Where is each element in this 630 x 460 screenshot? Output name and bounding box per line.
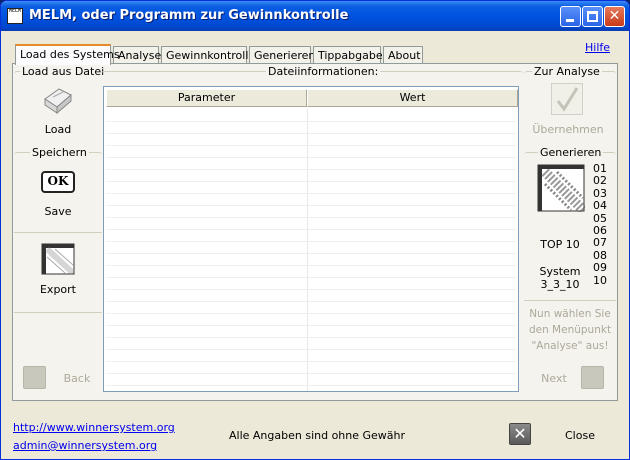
file-info-table[interactable]: Parameter Wert <box>103 86 519 392</box>
help-link[interactable]: Hilfe <box>585 41 610 54</box>
tab-generieren[interactable]: Generieren <box>249 46 315 64</box>
table-row-line <box>106 253 516 254</box>
email-link[interactable]: admin@winnersystem.org <box>13 439 157 452</box>
table-row-line <box>106 301 516 302</box>
back-label: Back <box>63 372 91 385</box>
export-grid-icon <box>41 243 76 276</box>
number-item: 07 <box>593 236 607 250</box>
tab-gewinnkontrolle[interactable]: Gewinnkontrolle <box>161 46 255 64</box>
table-row-line <box>106 265 516 266</box>
close-window-button[interactable]: ✕ <box>604 6 625 27</box>
table-row-line <box>106 145 516 146</box>
apply-label: Übernehmen <box>532 123 604 136</box>
analyse-group-label: Zur Analyse <box>532 65 602 78</box>
system-label-line2: 3_3_10 <box>540 278 580 291</box>
number-item: 04 <box>593 199 607 213</box>
right-divider <box>524 300 616 301</box>
export-label: Export <box>39 283 76 296</box>
close-x-icon: ✕ <box>513 424 527 443</box>
number-item: 10 <box>593 273 607 287</box>
table-row-line <box>106 121 516 122</box>
title-bar[interactable]: MELM MELM, oder Programm zur Gewinnkontr… <box>1 1 629 31</box>
number-item: 09 <box>593 261 607 275</box>
tab-load-system[interactable]: Load des Systems <box>15 44 120 65</box>
table-row-line <box>106 169 516 170</box>
save-label: Save <box>44 205 72 218</box>
app-icon: MELM <box>7 8 23 24</box>
table-row-line <box>106 349 516 350</box>
hint-text: Nun wählen Sie den Menüpunkt "Analyse" a… <box>525 306 615 354</box>
checkmark-icon <box>556 87 579 112</box>
number-list: 01 02 03 04 05 06 07 08 09 10 <box>593 162 613 287</box>
table-row-line <box>106 325 516 326</box>
app-icon-text: MELM <box>8 8 22 14</box>
table-row-line <box>106 157 516 158</box>
maximize-button[interactable] <box>582 6 603 27</box>
top10-label[interactable]: TOP 10 <box>537 238 583 251</box>
table-row-line <box>106 361 516 362</box>
table-row-line <box>106 289 516 290</box>
hint-line: den Menüpunkt <box>528 324 612 336</box>
table-header: Parameter Wert <box>106 89 518 107</box>
hint-line: Nun wählen Sie <box>529 308 611 320</box>
table-row-line <box>106 133 516 134</box>
table-row-line <box>106 337 516 338</box>
load-button[interactable] <box>41 83 75 117</box>
close-icon: ✕ <box>608 8 621 24</box>
apply-button[interactable] <box>551 83 583 115</box>
load-label: Load <box>44 123 72 136</box>
ok-icon: OK <box>47 174 69 188</box>
export-button[interactable] <box>41 243 76 276</box>
back-button[interactable] <box>23 366 46 389</box>
file-info-label: Dateiinformationen: <box>266 65 381 78</box>
close-label[interactable]: Close <box>565 429 595 442</box>
main-window: MELM MELM, oder Programm zur Gewinnkontr… <box>0 0 630 460</box>
left-divider <box>14 232 102 233</box>
generate-grid-icon <box>537 164 587 214</box>
save-group-label: Speichern <box>30 146 89 159</box>
table-row-line <box>106 385 516 386</box>
system-label-line1: System <box>539 265 581 278</box>
generate-group-label: Generieren <box>538 146 604 159</box>
close-button[interactable]: ✕ <box>509 423 531 445</box>
website-link[interactable]: http://www.winnersystem.org <box>13 421 175 434</box>
maximize-icon <box>587 11 598 22</box>
table-row-line <box>106 277 516 278</box>
save-button[interactable]: OK <box>41 171 75 193</box>
left-divider-2 <box>14 312 102 313</box>
window-title: MELM, oder Programm zur Gewinnkontrolle <box>29 8 349 23</box>
table-row-line <box>106 205 516 206</box>
table-row-line <box>106 313 516 314</box>
table-row-line <box>106 373 516 374</box>
minimize-button[interactable] <box>560 6 581 27</box>
tab-tippabgabe[interactable]: Tippabgabe <box>313 46 383 64</box>
next-label: Next <box>541 372 567 385</box>
column-header-wert[interactable]: Wert <box>307 89 518 107</box>
hint-line: "Analyse" aus! <box>531 340 609 352</box>
open-folder-icon <box>44 88 72 115</box>
load-group-label: Load aus Datei <box>20 65 107 78</box>
minimize-icon <box>566 19 574 22</box>
tab-about[interactable]: About <box>383 46 423 64</box>
table-row-line <box>106 241 516 242</box>
table-row-line <box>106 193 516 194</box>
disclaimer-text: Alle Angaben sind ohne Gewähr <box>229 429 406 442</box>
table-row-line <box>106 217 516 218</box>
generate-button[interactable] <box>537 164 587 214</box>
table-row-line <box>106 181 516 182</box>
number-item: 02 <box>593 174 607 188</box>
column-header-parameter[interactable]: Parameter <box>106 89 307 107</box>
next-button[interactable] <box>581 366 604 389</box>
table-row-line <box>106 229 516 230</box>
